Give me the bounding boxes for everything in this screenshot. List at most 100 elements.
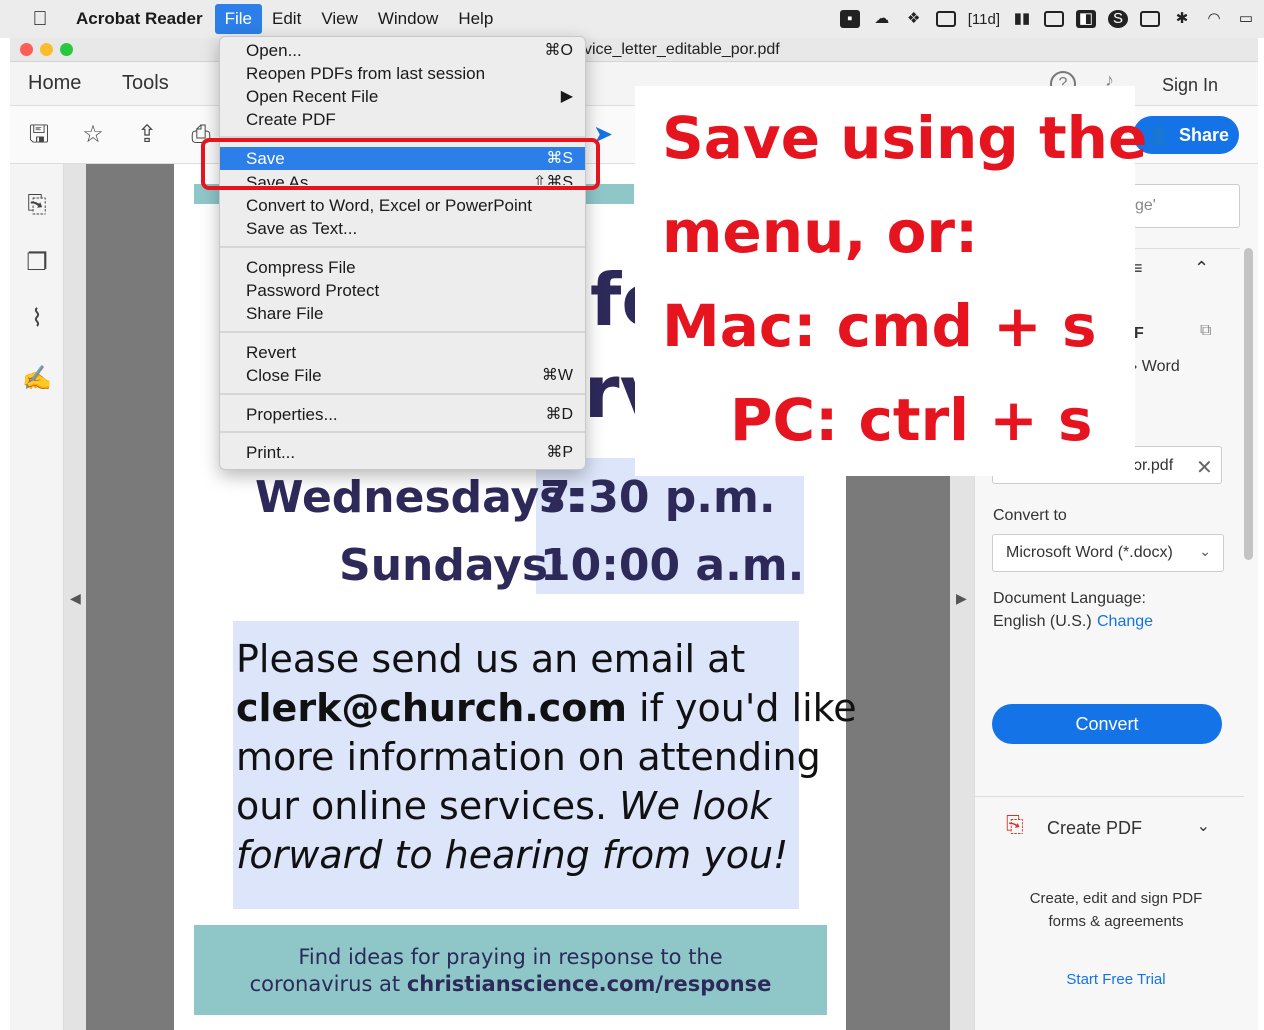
- document-language-label: Document Language:: [993, 590, 1146, 607]
- export-format-partial: F: [1134, 325, 1144, 342]
- sunday-label: Sundays:: [339, 540, 566, 591]
- airplay-icon[interactable]: ▭: [1236, 10, 1256, 28]
- wifi-icon[interactable]: ◠: [1204, 10, 1224, 28]
- page-thumbnails-icon[interactable]: ⎘: [22, 190, 52, 220]
- menu-item-open[interactable]: Open... ⌘O: [220, 39, 585, 62]
- document-language-value: English (U.S.): [993, 613, 1092, 630]
- options-icon[interactable]: ⧉: [1200, 322, 1211, 340]
- menu-item-reopen[interactable]: Reopen PDFs from last session: [220, 62, 585, 85]
- share-label: Share: [1179, 125, 1230, 145]
- chevron-down-icon: ⌄: [1196, 818, 1210, 835]
- upload-cloud-icon[interactable]: ⇪: [132, 120, 162, 150]
- create-pdf-icon: ⎘: [1006, 812, 1024, 837]
- menu-separator: [220, 331, 585, 333]
- convert-format-value: Microsoft Word (*.docx): [1006, 544, 1173, 561]
- tab-tools[interactable]: Tools: [122, 72, 169, 95]
- menu-item-share-file[interactable]: Share File: [220, 302, 585, 325]
- change-language-link[interactable]: Change: [1097, 613, 1153, 631]
- menu-item-password-protect[interactable]: Password Protect: [220, 279, 585, 302]
- save-icon[interactable]: 🖫: [24, 120, 54, 150]
- footer-link: christianscience.com/response: [406, 972, 772, 996]
- remove-file-close-icon[interactable]: ✕: [1196, 455, 1213, 480]
- message-line: forward to hearing from you!: [236, 833, 789, 877]
- video-icon[interactable]: ◧: [1076, 10, 1096, 28]
- mac-menu-bar:  Acrobat Reader File Edit View Window H…: [0, 0, 1264, 38]
- app-menu[interactable]: Acrobat Reader: [60, 4, 215, 34]
- creative-cloud-icon[interactable]: ☁: [872, 10, 892, 28]
- collapse-right-arrow-icon[interactable]: ▶: [956, 590, 967, 607]
- menu-separator: [220, 246, 585, 248]
- sign-in-link[interactable]: Sign In: [1162, 75, 1218, 96]
- menu-item-save-as-text[interactable]: Save as Text...: [220, 217, 585, 240]
- copy-pages-icon[interactable]: ❐: [22, 248, 52, 278]
- status-tray: ▪ ☁ ❖ [11d] ▮▮ ◧ S ✱ ◠ ▭: [839, 0, 1256, 38]
- convert-button[interactable]: Convert: [992, 704, 1222, 744]
- menu-item-create-pdf[interactable]: Create PDF: [220, 108, 585, 131]
- menu-file[interactable]: File: [214, 4, 263, 34]
- menu-item-close-file[interactable]: Close File ⌘W: [220, 364, 585, 387]
- menu-item-revert[interactable]: Revert: [220, 341, 585, 364]
- window-icon[interactable]: ▪: [839, 10, 860, 28]
- bookmark-star-icon[interactable]: ☆: [78, 120, 108, 150]
- create-pdf-label: Create PDF: [1047, 818, 1143, 838]
- collapse-chevron-icon[interactable]: ⌃: [1194, 258, 1209, 279]
- bluetooth-icon[interactable]: ✱: [1172, 10, 1192, 28]
- convert-format-select[interactable]: Microsoft Word (*.docx) ⌄: [992, 534, 1224, 572]
- menu-edit[interactable]: Edit: [262, 4, 311, 34]
- document-gutter-left: [86, 164, 174, 1030]
- menu-separator: [220, 393, 585, 395]
- file-menu-dropdown: Open... ⌘O Reopen PDFs from last session …: [219, 36, 586, 470]
- close-window-button[interactable]: [20, 43, 33, 56]
- menu-view[interactable]: View: [311, 4, 368, 34]
- share-button[interactable]: 👤 Share: [1133, 116, 1239, 154]
- instruction-line: Save using the: [662, 104, 1148, 172]
- menu-item-properties[interactable]: Properties... ⌘D: [220, 403, 585, 426]
- tool-search-field[interactable]: ge': [1130, 184, 1240, 228]
- wednesday-label: Wednesdays:: [255, 472, 583, 523]
- document-title: vice_letter_editable_por.pdf: [584, 41, 780, 58]
- tab-home[interactable]: Home: [28, 72, 81, 95]
- sunday-time[interactable]: 10:00 a.m.: [540, 540, 804, 591]
- instruction-line: menu, or:: [662, 198, 979, 266]
- signature-icon[interactable]: ✍: [22, 364, 52, 394]
- chevron-down-icon: ⌄: [1199, 543, 1211, 559]
- collapse-left-arrow-icon[interactable]: ◀: [70, 590, 81, 607]
- timer-badge[interactable]: [11d]: [968, 11, 1000, 28]
- zoom-window-button[interactable]: [60, 43, 73, 56]
- submenu-arrow-icon: ▶: [560, 88, 573, 105]
- screen: { "menubar": { "apple": "", "app_name": …: [0, 0, 1264, 1030]
- display-icon[interactable]: [1044, 11, 1064, 27]
- menu-item-open-recent[interactable]: Open Recent File ▶: [220, 85, 585, 108]
- apple-menu-icon[interactable]: : [20, 8, 60, 31]
- panel-divider: [974, 796, 1244, 797]
- menu-help[interactable]: Help: [448, 4, 503, 34]
- screen-icon[interactable]: [935, 11, 956, 27]
- start-free-trial-link[interactable]: Start Free Trial: [992, 971, 1240, 988]
- menu-item-compress[interactable]: Compress File: [220, 256, 585, 279]
- minimize-window-button[interactable]: [40, 43, 53, 56]
- footer-line: coronavirus at christianscience.com/resp…: [249, 972, 772, 996]
- menu-item-convert[interactable]: Convert to Word, Excel or PowerPoint: [220, 194, 585, 217]
- instruction-line: Mac: cmd + s: [662, 292, 1097, 360]
- menu-window[interactable]: Window: [368, 4, 448, 34]
- wednesday-time[interactable]: 7:30 p.m.: [540, 472, 776, 523]
- message-line: clerk@church.com if you'd like: [236, 686, 857, 730]
- menu-item-print[interactable]: Print... ⌘P: [220, 441, 585, 464]
- message-line: more information on attending: [236, 735, 821, 779]
- menu-separator: [220, 431, 585, 433]
- panel-scrollbar[interactable]: [1244, 248, 1253, 560]
- s-app-icon[interactable]: S: [1108, 10, 1128, 28]
- keyboard-icon[interactable]: [1140, 11, 1160, 27]
- create-pdf-description: forms & agreements: [1048, 913, 1184, 930]
- attachment-icon[interactable]: ⌇: [22, 304, 52, 334]
- footer-band: [194, 925, 827, 1015]
- email-address: clerk@church.com: [236, 686, 627, 730]
- message-line: Please send us an email at: [236, 637, 746, 681]
- create-pdf-row[interactable]: ⎘ Create PDF ⌄: [992, 804, 1240, 856]
- instruction-line: PC: ctrl + s: [730, 386, 1093, 454]
- footer-line: Find ideas for praying in response to th…: [298, 945, 723, 969]
- create-pdf-description: Create, edit and sign PDF: [1029, 890, 1203, 907]
- dropbox-icon[interactable]: ❖: [904, 10, 924, 28]
- audio-icon[interactable]: ▮▮: [1012, 10, 1032, 28]
- message-line: our online services. We look: [236, 784, 772, 828]
